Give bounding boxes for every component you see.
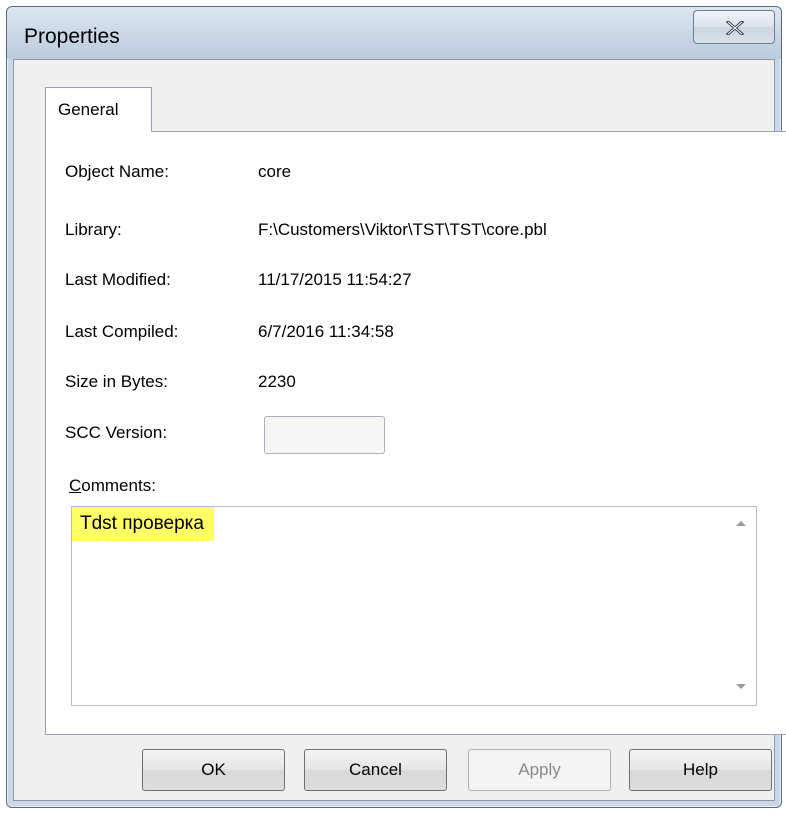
close-icon [725,21,745,35]
scroll-up-arrow-icon[interactable] [735,519,747,527]
tab-general[interactable]: General [45,87,152,132]
comments-label: Comments: [69,476,156,496]
comments-scrollbar[interactable] [726,507,756,705]
apply-button[interactable]: Apply [468,749,611,791]
scc-version-field [264,416,385,454]
ok-button[interactable]: OK [142,749,285,791]
last-compiled-value: 6/7/2016 11:34:58 [258,322,394,341]
object-name-value: core [258,162,292,181]
last-modified-value: 11/17/2015 11:54:27 [258,270,412,289]
library-label: Library: [65,220,122,239]
comments-label-rest: omments: [81,476,156,495]
close-button[interactable] [693,10,775,44]
window-title: Properties [24,25,120,48]
library-value: F:\Customers\Viktor\TST\TST\core.pbl [258,220,547,239]
cancel-button[interactable]: Cancel [304,749,447,791]
help-button[interactable]: Help [629,749,772,791]
properties-dialog: Properties General Object Name: core Lib… [6,6,786,808]
last-compiled-label: Last Compiled: [65,322,179,341]
comments-text: Tdst проверка [72,507,214,541]
dialog-client-area: General Object Name: core Library: F:\Cu… [13,59,786,801]
last-modified-label: Last Modified: [65,270,171,289]
tab-general-label: General [58,100,119,119]
comments-label-mnemonic: C [69,476,82,495]
scc-version-label: SCC Version: [65,423,168,442]
comments-textarea[interactable]: Tdst проверка [71,506,757,706]
title-bar[interactable]: Properties [7,7,781,59]
object-name-label: Object Name: [65,162,169,181]
size-in-bytes-label: Size in Bytes: [65,372,168,391]
scroll-down-arrow-icon[interactable] [735,683,747,691]
size-in-bytes-value: 2230 [258,372,296,391]
